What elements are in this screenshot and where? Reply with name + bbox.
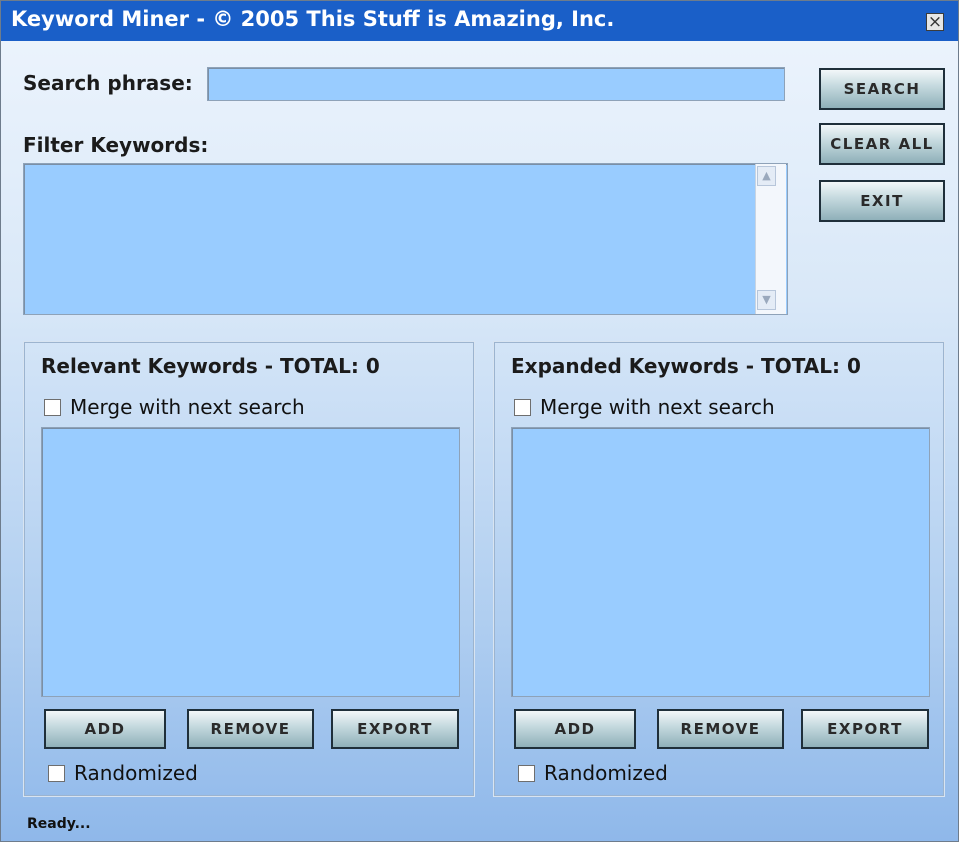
relevant-add-button[interactable]: ADD — [44, 709, 166, 749]
expanded-randomized-checkbox[interactable] — [518, 764, 535, 782]
expanded-merge-checkbox[interactable] — [514, 398, 531, 416]
relevant-randomized-option[interactable]: Randomized — [48, 761, 198, 785]
close-icon: × — [927, 12, 943, 32]
chevron-up-icon[interactable]: ▲ — [757, 166, 776, 186]
search-button[interactable]: SEARCH — [819, 68, 945, 110]
expanded-keywords-list[interactable] — [511, 427, 930, 697]
status-bar-text: Ready... — [27, 816, 91, 832]
chevron-down-icon[interactable]: ▼ — [757, 290, 776, 310]
relevant-merge-option[interactable]: Merge with next search — [44, 395, 305, 419]
expanded-randomized-option[interactable]: Randomized — [518, 761, 668, 785]
relevant-keywords-title: Relevant Keywords - TOTAL: 0 — [41, 354, 380, 378]
expanded-merge-label: Merge with next search — [540, 395, 775, 419]
expanded-keywords-panel: Expanded Keywords - TOTAL: 0 Merge with … — [493, 341, 945, 797]
filter-keywords-label: Filter Keywords: — [23, 133, 209, 157]
title-bar[interactable]: Keyword Miner - © 2005 This Stuff is Ama… — [1, 1, 958, 41]
close-button[interactable]: × — [926, 12, 944, 32]
expanded-export-button[interactable]: EXPORT — [801, 709, 929, 749]
filter-keywords-textarea[interactable]: ▲ ▼ — [23, 163, 788, 315]
expanded-add-button[interactable]: ADD — [514, 709, 636, 749]
search-phrase-input[interactable] — [207, 67, 785, 101]
relevant-merge-checkbox[interactable] — [44, 398, 61, 416]
expanded-randomized-label: Randomized — [544, 761, 668, 785]
expanded-keywords-title: Expanded Keywords - TOTAL: 0 — [511, 354, 861, 378]
expanded-remove-button[interactable]: REMOVE — [657, 709, 784, 749]
relevant-keywords-list[interactable] — [41, 427, 460, 697]
relevant-randomized-checkbox[interactable] — [48, 764, 65, 782]
relevant-keywords-panel: Relevant Keywords - TOTAL: 0 Merge with … — [23, 341, 475, 797]
exit-button[interactable]: EXIT — [819, 180, 945, 222]
expanded-merge-option[interactable]: Merge with next search — [514, 395, 775, 419]
relevant-merge-label: Merge with next search — [70, 395, 305, 419]
clear-all-button[interactable]: CLEAR ALL — [819, 123, 945, 165]
window-title: Keyword Miner - © 2005 This Stuff is Ama… — [11, 7, 615, 31]
relevant-export-button[interactable]: EXPORT — [331, 709, 459, 749]
relevant-remove-button[interactable]: REMOVE — [187, 709, 314, 749]
search-phrase-label: Search phrase: — [23, 71, 193, 95]
relevant-randomized-label: Randomized — [74, 761, 198, 785]
filter-scrollbar[interactable]: ▲ ▼ — [755, 164, 786, 314]
keyword-miner-window: Keyword Miner - © 2005 This Stuff is Ama… — [0, 0, 959, 842]
